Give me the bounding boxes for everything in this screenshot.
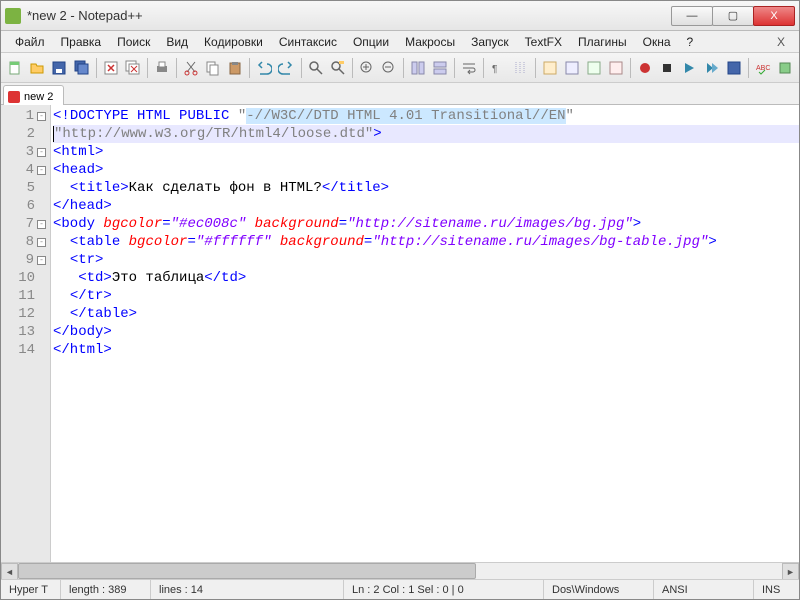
separator — [176, 58, 177, 78]
menu-поиск[interactable]: Поиск — [109, 33, 158, 51]
horizontal-scrollbar[interactable]: ◄ ► — [1, 562, 799, 579]
separator — [249, 58, 250, 78]
code-content[interactable]: <!DOCTYPE HTML PUBLIC "-//W3C//DTD HTML … — [51, 105, 799, 562]
menu-файл[interactable]: Файл — [7, 33, 53, 51]
cut-icon[interactable] — [181, 57, 201, 79]
abc-check-icon[interactable]: ABC — [753, 57, 773, 79]
maximize-button[interactable]: ▢ — [712, 6, 754, 26]
show-all-chars-icon[interactable]: ¶ — [488, 57, 508, 79]
separator — [352, 58, 353, 78]
indent-guide-icon[interactable] — [510, 57, 530, 79]
scroll-left-icon[interactable]: ◄ — [1, 563, 18, 580]
toolbar: ¶ ABC — [1, 53, 799, 83]
app-icon — [5, 8, 21, 24]
close-button[interactable]: X — [753, 6, 795, 26]
open-file-icon[interactable] — [27, 57, 47, 79]
svg-text:ABC: ABC — [756, 65, 770, 72]
menu-синтаксис[interactable]: Синтаксис — [271, 33, 345, 51]
scroll-thumb[interactable] — [18, 563, 476, 579]
menu-?[interactable]: ? — [679, 33, 702, 51]
save-icon[interactable] — [49, 57, 69, 79]
separator — [96, 58, 97, 78]
status-length: length : 389 — [61, 580, 151, 599]
dirty-indicator-icon — [8, 91, 20, 103]
status-mode: INS — [754, 580, 799, 599]
play-multi-icon[interactable] — [702, 57, 722, 79]
undo-icon[interactable] — [254, 57, 274, 79]
status-lines: lines : 14 — [151, 580, 344, 599]
separator — [483, 58, 484, 78]
func-list-icon[interactable] — [584, 57, 604, 79]
editor[interactable]: 1 -2 3 -4 -5 6 7 -8 -9 -10 11 12 13 14 <… — [1, 105, 799, 562]
titlebar: *new 2 - Notepad++ — ▢ X — [1, 1, 799, 31]
paste-icon[interactable] — [225, 57, 245, 79]
zoom-out-icon[interactable] — [379, 57, 399, 79]
menu-макросы[interactable]: Макросы — [397, 33, 463, 51]
record-macro-icon[interactable] — [635, 57, 655, 79]
menu-close-doc[interactable]: X — [769, 33, 793, 51]
tab-label: new 2 — [24, 91, 53, 103]
menu-опции[interactable]: Опции — [345, 33, 397, 51]
redo-icon[interactable] — [276, 57, 296, 79]
new-file-icon[interactable] — [5, 57, 25, 79]
tab-new-2[interactable]: new 2 — [3, 85, 64, 105]
separator — [454, 58, 455, 78]
separator — [748, 58, 749, 78]
line-number-gutter: 1 -2 3 -4 -5 6 7 -8 -9 -10 11 12 13 14 — [1, 105, 51, 562]
save-macro-icon[interactable] — [724, 57, 744, 79]
plugin-icon[interactable] — [775, 57, 795, 79]
save-all-icon[interactable] — [71, 57, 91, 79]
separator — [147, 58, 148, 78]
replace-icon[interactable] — [328, 57, 348, 79]
wrap-icon[interactable] — [459, 57, 479, 79]
menu-textfx[interactable]: TextFX — [517, 33, 570, 51]
menubar: ФайлПравкаПоискВидКодировкиСинтаксисОпци… — [1, 31, 799, 53]
doc-map-icon[interactable] — [562, 57, 582, 79]
menu-кодировки[interactable]: Кодировки — [196, 33, 271, 51]
tabbar: new 2 — [1, 83, 799, 105]
separator — [403, 58, 404, 78]
sync-vscroll-icon[interactable] — [408, 57, 428, 79]
status-eol: Dos\Windows — [544, 580, 654, 599]
window-title: *new 2 - Notepad++ — [27, 8, 672, 23]
zoom-in-icon[interactable] — [357, 57, 377, 79]
sync-hscroll-icon[interactable] — [430, 57, 450, 79]
scroll-track[interactable] — [18, 563, 782, 579]
copy-icon[interactable] — [203, 57, 223, 79]
statusbar: Hyper T length : 389 lines : 14 Ln : 2 C… — [1, 579, 799, 599]
close-tab-icon[interactable] — [101, 57, 121, 79]
status-language: Hyper T — [1, 580, 61, 599]
find-icon[interactable] — [305, 57, 325, 79]
svg-text:¶: ¶ — [492, 64, 497, 75]
status-position: Ln : 2 Col : 1 Sel : 0 | 0 — [344, 580, 544, 599]
window-controls: — ▢ X — [672, 6, 795, 26]
menu-правка[interactable]: Правка — [53, 33, 110, 51]
separator — [535, 58, 536, 78]
print-icon[interactable] — [152, 57, 172, 79]
minimize-button[interactable]: — — [671, 6, 713, 26]
separator — [301, 58, 302, 78]
folder-panel-icon[interactable] — [606, 57, 626, 79]
menu-запуск[interactable]: Запуск — [463, 33, 517, 51]
lang-icon[interactable] — [540, 57, 560, 79]
stop-macro-icon[interactable] — [657, 57, 677, 79]
menu-плагины[interactable]: Плагины — [570, 33, 635, 51]
play-macro-icon[interactable] — [679, 57, 699, 79]
status-encoding: ANSI — [654, 580, 754, 599]
menu-вид[interactable]: Вид — [158, 33, 196, 51]
menu-окна[interactable]: Окна — [635, 33, 679, 51]
scroll-right-icon[interactable]: ► — [782, 563, 799, 580]
close-all-icon[interactable] — [123, 57, 143, 79]
separator — [630, 58, 631, 78]
